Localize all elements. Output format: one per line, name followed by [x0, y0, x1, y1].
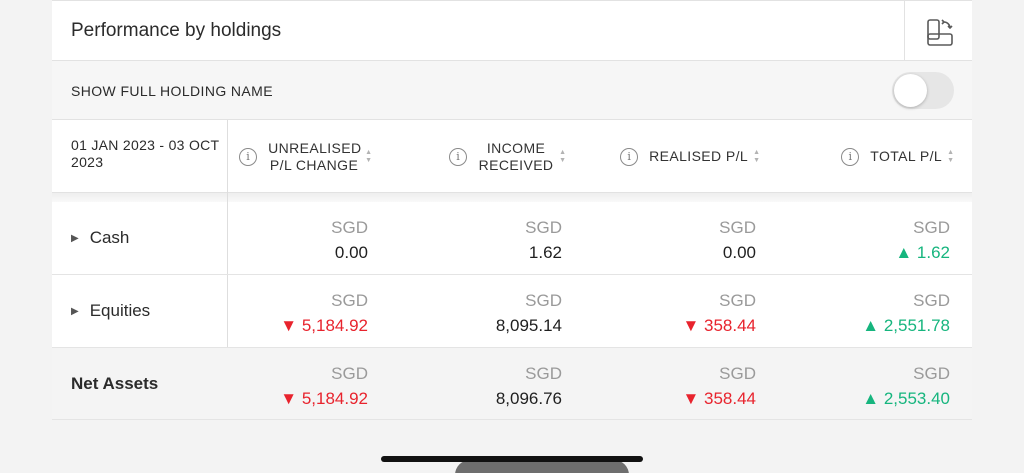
column-header-row: 01 JAN 2023 - 03 OCT 2023 i UNREALISED P… [52, 120, 972, 193]
amount-value: ▲ 2,553.40 [862, 389, 950, 408]
amount-value: ▼ 5,184.92 [280, 316, 368, 335]
cell-income: SGD 1.62 [472, 202, 562, 274]
column-label: UNREALISED P/L CHANGE [268, 139, 362, 173]
amount-value: ▲ 1.62 [895, 243, 950, 262]
currency-label: SGD [719, 291, 756, 310]
column-header-realised[interactable]: i REALISED P/L ▲ ▼ [617, 120, 760, 193]
cell-total: SGD ▲ 2,551.78 [850, 275, 950, 347]
column-header-total[interactable]: i TOTAL P/L ▲ ▼ [834, 120, 954, 193]
currency-label: SGD [525, 291, 562, 310]
currency-label: SGD [525, 218, 562, 237]
cell-income: SGD 8,095.14 [472, 275, 562, 347]
cell-unrealised: SGD ▼ 5,184.92 [268, 348, 368, 420]
scroll-shadow [52, 193, 972, 202]
column-header-income[interactable]: i INCOME RECEIVED ▲ ▼ [446, 120, 566, 193]
sort-icon: ▲ ▼ [753, 148, 760, 164]
sort-icon: ▲ ▼ [559, 148, 566, 164]
sort-icon: ▲ ▼ [365, 148, 372, 164]
row-label: Cash [89, 228, 130, 247]
info-icon[interactable]: i [620, 147, 639, 166]
currency-label: SGD [719, 364, 756, 383]
info-icon[interactable]: i [449, 147, 468, 166]
rotate-screen-icon [927, 19, 953, 46]
table-row: ▶ Cash SGD 0.00 SGD 1.62 SGD 0.00 SGD ▲ … [52, 202, 972, 275]
currency-label: SGD [331, 364, 368, 383]
cell-realised: SGD ▼ 358.44 [666, 275, 756, 347]
currency-label: SGD [331, 291, 368, 310]
amount-value: ▼ 5,184.92 [280, 389, 368, 408]
column-label: INCOME RECEIVED [478, 139, 554, 173]
amount-value: 8,095.14 [495, 316, 562, 335]
amount-value: ▼ 358.44 [682, 389, 756, 408]
column-label: REALISED P/L [649, 148, 749, 164]
cell-income: SGD 8,096.76 [472, 348, 562, 420]
currency-label: SGD [913, 291, 950, 310]
row-label: Net Assets [71, 374, 159, 393]
currency-label: SGD [331, 218, 368, 237]
amount-value: 0.00 [722, 243, 756, 262]
home-indicator[interactable] [381, 456, 643, 462]
info-icon[interactable]: i [239, 147, 258, 166]
header-divider [904, 1, 905, 61]
column-header-unrealised[interactable]: i UNREALISED P/L CHANGE ▲ ▼ [236, 120, 372, 193]
net-assets-row: Net Assets SGD ▼ 5,184.92 SGD 8,096.76 S… [52, 348, 972, 420]
panel-header: Performance by holdings [52, 0, 972, 61]
rotate-screen-button[interactable] [920, 13, 960, 51]
show-full-name-label: SHOW FULL HOLDING NAME [71, 83, 273, 99]
cell-unrealised: SGD ▼ 5,184.92 [268, 275, 368, 347]
amount-value: ▲ 2,551.78 [862, 316, 950, 335]
show-full-name-row: SHOW FULL HOLDING NAME [52, 61, 972, 120]
sort-icon: ▲ ▼ [947, 148, 954, 164]
cell-total: SGD ▲ 2,553.40 [850, 348, 950, 420]
table-row: ▶ Equities SGD ▼ 5,184.92 SGD 8,095.14 S… [52, 275, 972, 348]
expand-row-equities[interactable]: ▶ Equities [71, 275, 150, 347]
currency-label: SGD [913, 364, 950, 383]
row-label: Equities [89, 301, 151, 320]
cell-realised: SGD 0.00 [666, 202, 756, 274]
column-divider [227, 120, 228, 193]
amount-value: 8,096.76 [495, 389, 562, 408]
currency-label: SGD [525, 364, 562, 383]
show-full-name-toggle[interactable] [892, 72, 954, 109]
amount-value: 0.00 [334, 243, 368, 262]
cell-unrealised: SGD 0.00 [282, 202, 368, 274]
holdings-performance-panel: Performance by holdings SHOW FULL HOLDIN… [52, 0, 972, 420]
amount-value: ▼ 358.44 [682, 316, 756, 335]
amount-value: 1.62 [528, 243, 562, 262]
info-icon[interactable]: i [841, 147, 860, 166]
date-range-label: 01 JAN 2023 - 03 OCT 2023 [71, 137, 220, 170]
currency-label: SGD [913, 218, 950, 237]
toggle-knob [894, 74, 927, 107]
expand-caret-icon: ▶ [71, 305, 79, 317]
cell-total: SGD ▲ 1.62 [850, 202, 950, 274]
panel-title: Performance by holdings [71, 20, 282, 41]
currency-label: SGD [719, 218, 756, 237]
cell-realised: SGD ▼ 358.44 [666, 348, 756, 420]
column-label: TOTAL P/L [870, 148, 943, 164]
expand-caret-icon: ▶ [71, 232, 79, 244]
expand-row-cash[interactable]: ▶ Cash [71, 202, 129, 274]
